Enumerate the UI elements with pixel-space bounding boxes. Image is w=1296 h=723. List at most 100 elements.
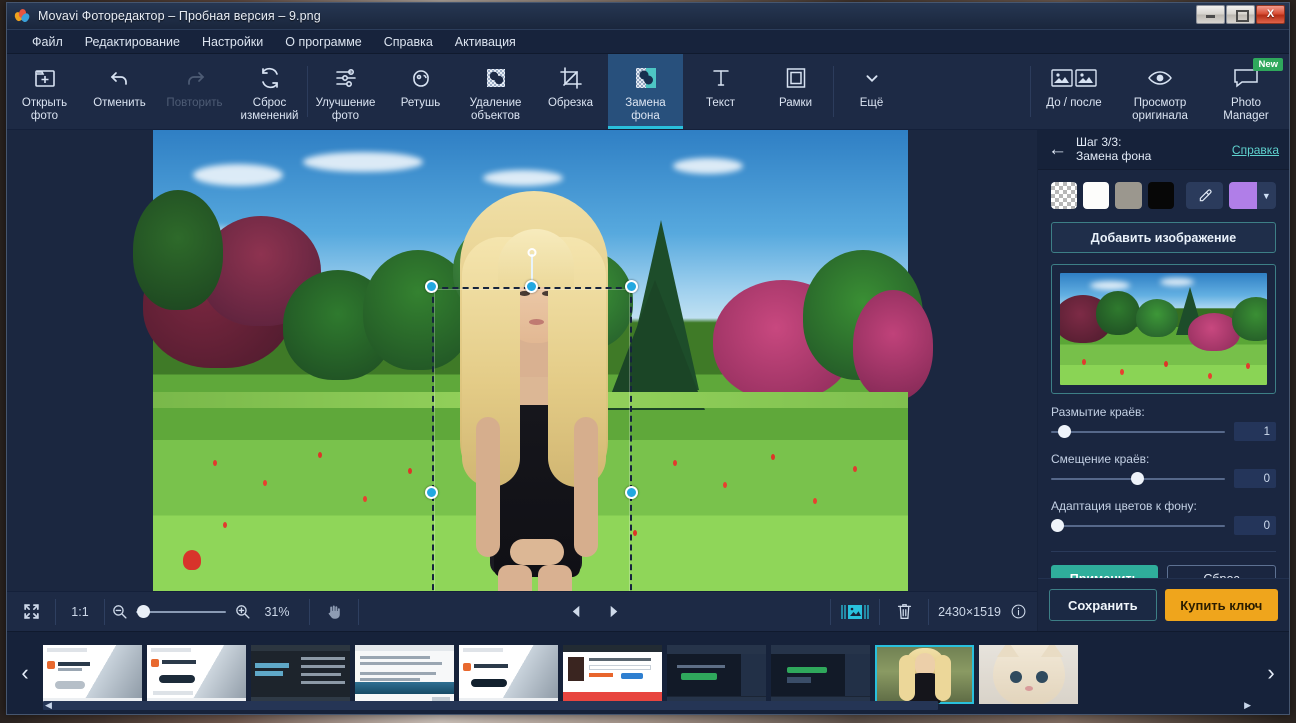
movavi-logo-icon [13, 8, 31, 24]
chevron-down-icon [861, 63, 883, 93]
actual-size-label: 1:1 [71, 604, 89, 619]
filmstrip-prev-button[interactable]: ‹ [7, 632, 43, 715]
title-bar: Movavi Фоторедактор – Пробная версия – 9… [7, 3, 1289, 30]
background-preview-container[interactable] [1051, 264, 1276, 394]
tool-before-after[interactable]: До / после [1031, 54, 1117, 129]
actual-size-button[interactable]: 1:1 [56, 592, 104, 632]
resize-handle-middle-right[interactable] [625, 486, 638, 499]
tool-enhance-photo[interactable]: Улучшение фото [308, 54, 383, 129]
menu-file[interactable]: Файл [21, 32, 74, 52]
tool-view-original[interactable]: Просмотр оригинала [1117, 54, 1203, 129]
slider-thumb[interactable] [1051, 519, 1064, 532]
slider-color-adaptation-control[interactable] [1051, 519, 1225, 533]
minimize-button[interactable] [1196, 5, 1225, 24]
slider-value[interactable]: 0 [1234, 469, 1276, 488]
tool-frames[interactable]: Рамки [758, 54, 833, 129]
back-arrow-icon[interactable]: ← [1048, 140, 1076, 159]
tool-retouch[interactable]: Ретушь [383, 54, 458, 129]
menu-settings[interactable]: Настройки [191, 32, 274, 52]
redo-icon [183, 63, 207, 93]
filmstrip-scrollbar[interactable]: ◀ ▶ [43, 700, 1253, 711]
slider-edge-offset-control[interactable] [1051, 472, 1225, 486]
thumb-article-list[interactable] [355, 645, 454, 704]
tool-label: Текст [706, 97, 735, 109]
frames-icon [784, 63, 808, 93]
object-removal-icon [484, 63, 508, 93]
tool-photo-manager[interactable]: New Photo Manager [1203, 54, 1289, 129]
tool-reset-changes[interactable]: Сброс изменений [232, 54, 307, 129]
thumb-cat[interactable] [979, 645, 1078, 704]
delete-image-button[interactable] [880, 592, 928, 632]
slider-thumb[interactable] [1057, 425, 1071, 438]
resize-handle-top-center[interactable] [525, 280, 538, 293]
filmstrip-scroll-thumb[interactable] [43, 701, 939, 710]
filmstrip-toggle-button[interactable] [831, 592, 879, 632]
apply-button[interactable]: Применить [1051, 565, 1158, 578]
menu-activation[interactable]: Активация [444, 32, 527, 52]
slider-value[interactable]: 0 [1234, 516, 1276, 535]
filmstrip: ‹ › ◀ ▶ [7, 631, 1289, 714]
reset-button[interactable]: Сброс [1167, 565, 1276, 578]
open-photo-icon [33, 63, 57, 93]
chevron-down-icon[interactable]: ▼ [1257, 182, 1276, 209]
tool-open-photo[interactable]: Открыть фото [7, 54, 82, 129]
next-image-button[interactable] [606, 604, 621, 619]
before-after-icon [1051, 63, 1097, 93]
thumb-article-dark[interactable] [251, 645, 350, 704]
save-button[interactable]: Сохранить [1049, 589, 1157, 621]
menu-help[interactable]: Справка [373, 32, 444, 52]
menu-edit[interactable]: Редактирование [74, 32, 191, 52]
tool-label: Photo Manager [1223, 97, 1269, 122]
tool-label: Удаление объектов [469, 97, 522, 122]
slider-edge-blur-control[interactable] [1051, 425, 1225, 439]
hand-tool-button[interactable] [310, 592, 358, 632]
tool-text[interactable]: Текст [683, 54, 758, 129]
swatch-transparent[interactable] [1051, 182, 1078, 209]
tool-label: Замена фона [625, 97, 666, 122]
selection-box[interactable] [425, 248, 638, 591]
swatch-black[interactable] [1147, 182, 1174, 209]
image-dimensions-label: 2430×1519 [938, 604, 1001, 619]
thumb-blonde-woman[interactable] [875, 645, 974, 704]
zoom-slider[interactable] [136, 605, 226, 619]
menu-about[interactable]: О программе [274, 32, 372, 52]
photo-canvas[interactable] [7, 130, 1037, 591]
prev-image-button[interactable] [569, 604, 584, 619]
slider-thumb[interactable] [1131, 472, 1145, 485]
resize-handle-top-right[interactable] [625, 280, 638, 293]
zoom-slider-thumb[interactable] [137, 605, 150, 618]
zoom-out-icon[interactable] [111, 603, 128, 620]
tool-background-replace[interactable]: Замена фона [608, 54, 683, 129]
tool-crop[interactable]: Обрезка [533, 54, 608, 129]
thumb-movavi-landing-1[interactable] [43, 645, 142, 704]
custom-color-chip[interactable] [1229, 182, 1257, 209]
tool-object-removal[interactable]: Удаление объектов [458, 54, 533, 129]
zoom-in-icon[interactable] [234, 603, 251, 620]
thumb-editor-dark-2[interactable] [771, 645, 870, 704]
resize-handle-top-left[interactable] [425, 280, 438, 293]
add-image-button[interactable]: Добавить изображение [1051, 222, 1276, 253]
swatch-white[interactable] [1083, 182, 1110, 209]
info-button[interactable] [1010, 603, 1037, 620]
thumb-editor-dark-1[interactable] [667, 645, 766, 704]
thumb-product-page[interactable] [563, 645, 662, 704]
rotate-handle[interactable] [527, 248, 537, 257]
tool-more[interactable]: Ещё [834, 54, 909, 129]
close-button[interactable]: X [1256, 5, 1285, 24]
help-link[interactable]: Справка [1232, 143, 1279, 157]
filmstrip-scroll-right-icon[interactable]: ▶ [1244, 700, 1251, 711]
slider-value[interactable]: 1 [1234, 422, 1276, 441]
maximize-button[interactable] [1226, 5, 1255, 24]
custom-color-picker[interactable]: ▼ [1229, 182, 1276, 209]
swatch-gray[interactable] [1115, 182, 1142, 209]
fit-to-screen-button[interactable] [7, 592, 55, 632]
eyedropper-button[interactable] [1185, 182, 1224, 209]
thumb-movavi-landing-2[interactable] [147, 645, 246, 704]
resize-handle-middle-left[interactable] [425, 486, 438, 499]
tool-undo[interactable]: Отменить [82, 54, 157, 129]
thumb-movavi-landing-3[interactable] [459, 645, 558, 704]
canvas-toolbar: 1:1 31% 2430×1519 [7, 591, 1037, 631]
filmstrip-next-button[interactable]: › [1253, 632, 1289, 715]
buy-key-button[interactable]: Купить ключ [1164, 589, 1278, 621]
filmstrip-scroll-left-icon[interactable]: ◀ [45, 700, 52, 711]
